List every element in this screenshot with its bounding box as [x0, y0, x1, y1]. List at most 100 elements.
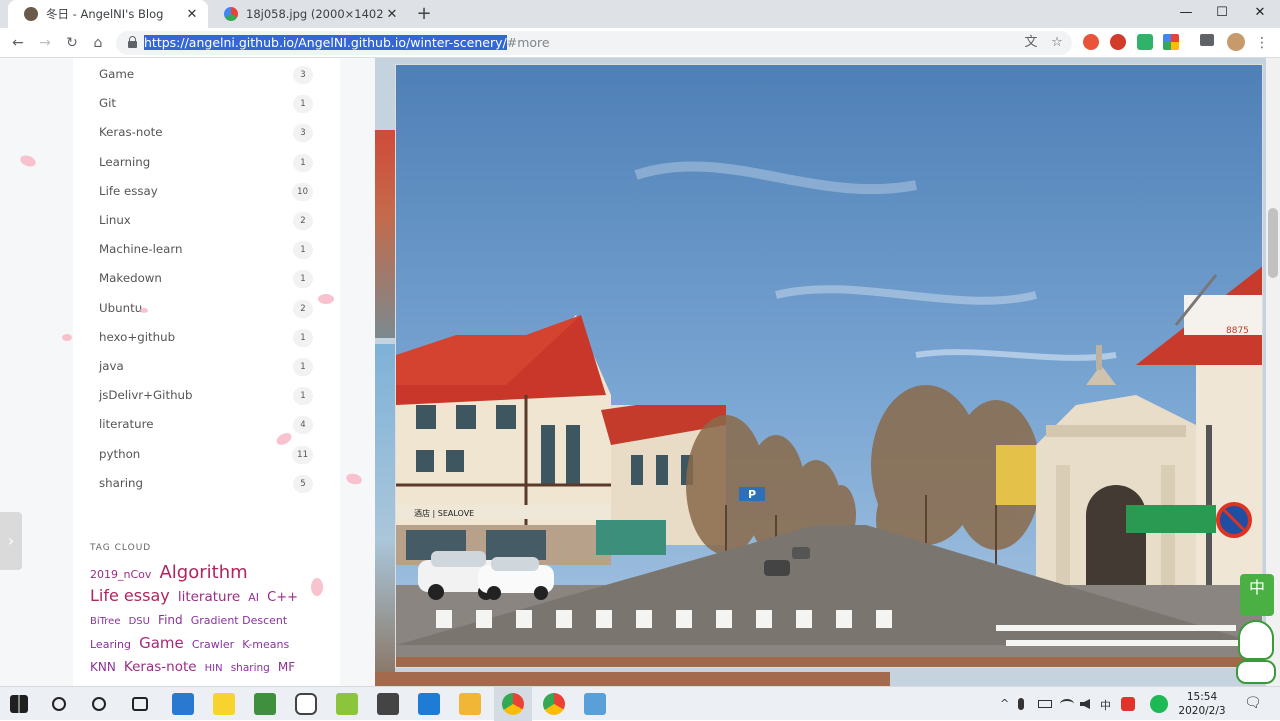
url-fragment: #more — [506, 35, 550, 50]
forward-button[interactable]: → — [34, 32, 56, 54]
task-view-icon[interactable] — [132, 697, 148, 711]
typora-icon[interactable] — [377, 693, 399, 715]
profile-avatar[interactable] — [1227, 33, 1245, 51]
reading-list-icon[interactable] — [1200, 34, 1214, 46]
sidebar-toggle-button[interactable]: › — [0, 512, 22, 570]
shield-extension-icon[interactable] — [1137, 34, 1153, 50]
url-text[interactable]: https://angelni.github.io/AngelNI.github… — [144, 35, 550, 51]
tag-link[interactable]: KNN — [90, 660, 116, 674]
minimize-button[interactable]: — — [1166, 2, 1206, 24]
back-button[interactable]: ← — [7, 32, 29, 54]
file-explorer-icon[interactable] — [459, 693, 481, 715]
tag-link[interactable]: Gradient Descent — [191, 614, 287, 627]
menu-icon[interactable]: ⋮ — [1251, 32, 1273, 54]
extension-icon[interactable] — [1110, 34, 1126, 50]
category-item[interactable]: Machine-learn 1 — [99, 240, 313, 260]
tag-link[interactable]: BiTree — [90, 616, 120, 627]
chrome-icon[interactable] — [502, 693, 524, 715]
hotel-sign: 酒店 | SEALOVE — [414, 508, 474, 518]
category-item[interactable]: python 11 — [99, 445, 313, 465]
search-icon[interactable] — [52, 697, 66, 711]
image-favicon-icon — [224, 7, 238, 21]
petal-decoration — [140, 308, 148, 313]
category-item[interactable]: literature 4 — [99, 415, 313, 435]
translate-icon[interactable]: 文 — [1023, 35, 1039, 51]
extension-icon[interactable] — [1083, 34, 1099, 50]
reload-button[interactable]: ↻ — [61, 32, 83, 54]
category-count-badge: 10 — [292, 182, 313, 201]
tag-link[interactable]: DSU — [129, 616, 150, 627]
wifi-icon[interactable] — [1060, 699, 1074, 709]
mascot-widget[interactable]: 中 — [1232, 570, 1276, 686]
notifications-icon[interactable]: 🗨 — [1244, 695, 1262, 711]
street-scene-image: 酒店 | SEALOVE P 8875 — [396, 65, 1262, 667]
category-count-badge: 1 — [293, 387, 313, 406]
scrollbar-thumb[interactable] — [1268, 208, 1278, 278]
windows-start-icon[interactable] — [10, 695, 28, 713]
cortana-icon[interactable] — [92, 697, 106, 711]
tag-link[interactable]: HIN — [205, 663, 223, 674]
category-item[interactable]: java 1 — [99, 357, 313, 377]
tag-link[interactable]: sharing — [231, 662, 270, 674]
address-bar[interactable]: https://angelni.github.io/AngelNI.github… — [116, 31, 1072, 55]
petal-decoration — [62, 334, 72, 341]
tag-link[interactable]: Crawler — [192, 638, 234, 651]
tag-link[interactable]: Find — [158, 613, 183, 627]
ime-indicator[interactable]: 中 — [1100, 697, 1111, 713]
category-item[interactable]: sharing 5 — [99, 474, 313, 494]
petal-decoration — [18, 153, 38, 169]
tag-link[interactable]: literature — [178, 589, 240, 605]
app-icon[interactable] — [584, 693, 606, 715]
tag-link[interactable]: MF — [278, 660, 295, 674]
category-item[interactable]: Life essay 10 — [99, 182, 313, 202]
new-tab-button[interactable]: + — [414, 3, 434, 24]
app-icon[interactable] — [254, 693, 276, 715]
sticky-notes-icon[interactable] — [213, 693, 235, 715]
tag-link[interactable]: K-means — [242, 638, 289, 651]
category-item[interactable]: jsDelivr+Github 1 — [99, 386, 313, 406]
maximize-button[interactable]: ☐ — [1202, 2, 1242, 24]
close-tab-icon[interactable]: ✕ — [184, 7, 200, 22]
tag-link[interactable]: Keras-note — [124, 659, 197, 675]
microphone-icon[interactable] — [1018, 698, 1024, 710]
vscode-icon[interactable] — [418, 693, 440, 715]
tab-image[interactable]: 18j058.jpg (2000×1402) ✕ — [208, 0, 408, 28]
category-item[interactable]: Ubuntu 2 — [99, 299, 313, 319]
ime-badge: 中 — [1240, 574, 1274, 616]
close-tab-icon[interactable]: ✕ — [384, 7, 400, 22]
tag-link[interactable]: 2019_nCov — [90, 568, 151, 581]
category-item[interactable]: Makedown 1 — [99, 269, 313, 289]
tag-link[interactable]: AI — [248, 591, 259, 604]
show-hidden-icons[interactable]: ^ — [1000, 697, 1009, 710]
lambda-app-icon[interactable] — [336, 693, 358, 715]
category-item[interactable]: Game 3 — [99, 65, 313, 85]
tag-link[interactable]: Algorithm — [159, 562, 247, 583]
tag-link[interactable]: Life essay — [90, 586, 170, 605]
home-button[interactable]: ⌂ — [87, 32, 109, 54]
app-tray-icon[interactable] — [1121, 697, 1135, 711]
category-count-badge: 11 — [292, 445, 313, 464]
tab-blog[interactable]: 冬日 - AngelNI's Blog ✕ — [8, 0, 208, 28]
tab-title: 冬日 - AngelNI's Blog — [46, 7, 164, 21]
chrome-icon[interactable] — [543, 693, 565, 715]
category-item[interactable]: Keras-note 3 — [99, 123, 313, 143]
extension-icon[interactable] — [1163, 34, 1179, 50]
tag-link[interactable]: C++ — [267, 590, 298, 605]
category-item[interactable]: Learning 1 — [99, 153, 313, 173]
tag-link[interactable]: Game — [139, 634, 184, 652]
category-item[interactable]: Git 1 — [99, 94, 313, 114]
battery-icon[interactable] — [1038, 700, 1052, 708]
tag-cloud-heading: TAG CLOUD — [90, 543, 152, 553]
app-star-icon[interactable] — [172, 693, 194, 715]
category-item[interactable]: Linux 2 — [99, 211, 313, 231]
system-clock[interactable]: 15:54 2020/2/3 — [1178, 690, 1226, 718]
wechat-tray-icon[interactable] — [1150, 695, 1168, 713]
app-icon[interactable] — [295, 693, 317, 715]
category-item[interactable]: hexo+github 1 — [99, 328, 313, 348]
category-name: hexo+github — [99, 329, 176, 344]
tab-title: 18j058.jpg (2000×1402) — [246, 7, 384, 21]
bookmark-star-icon[interactable]: ☆ — [1049, 35, 1065, 51]
volume-icon[interactable] — [1080, 699, 1090, 709]
close-window-button[interactable]: ✕ — [1240, 2, 1280, 24]
tag-link[interactable]: Learing — [90, 638, 131, 651]
